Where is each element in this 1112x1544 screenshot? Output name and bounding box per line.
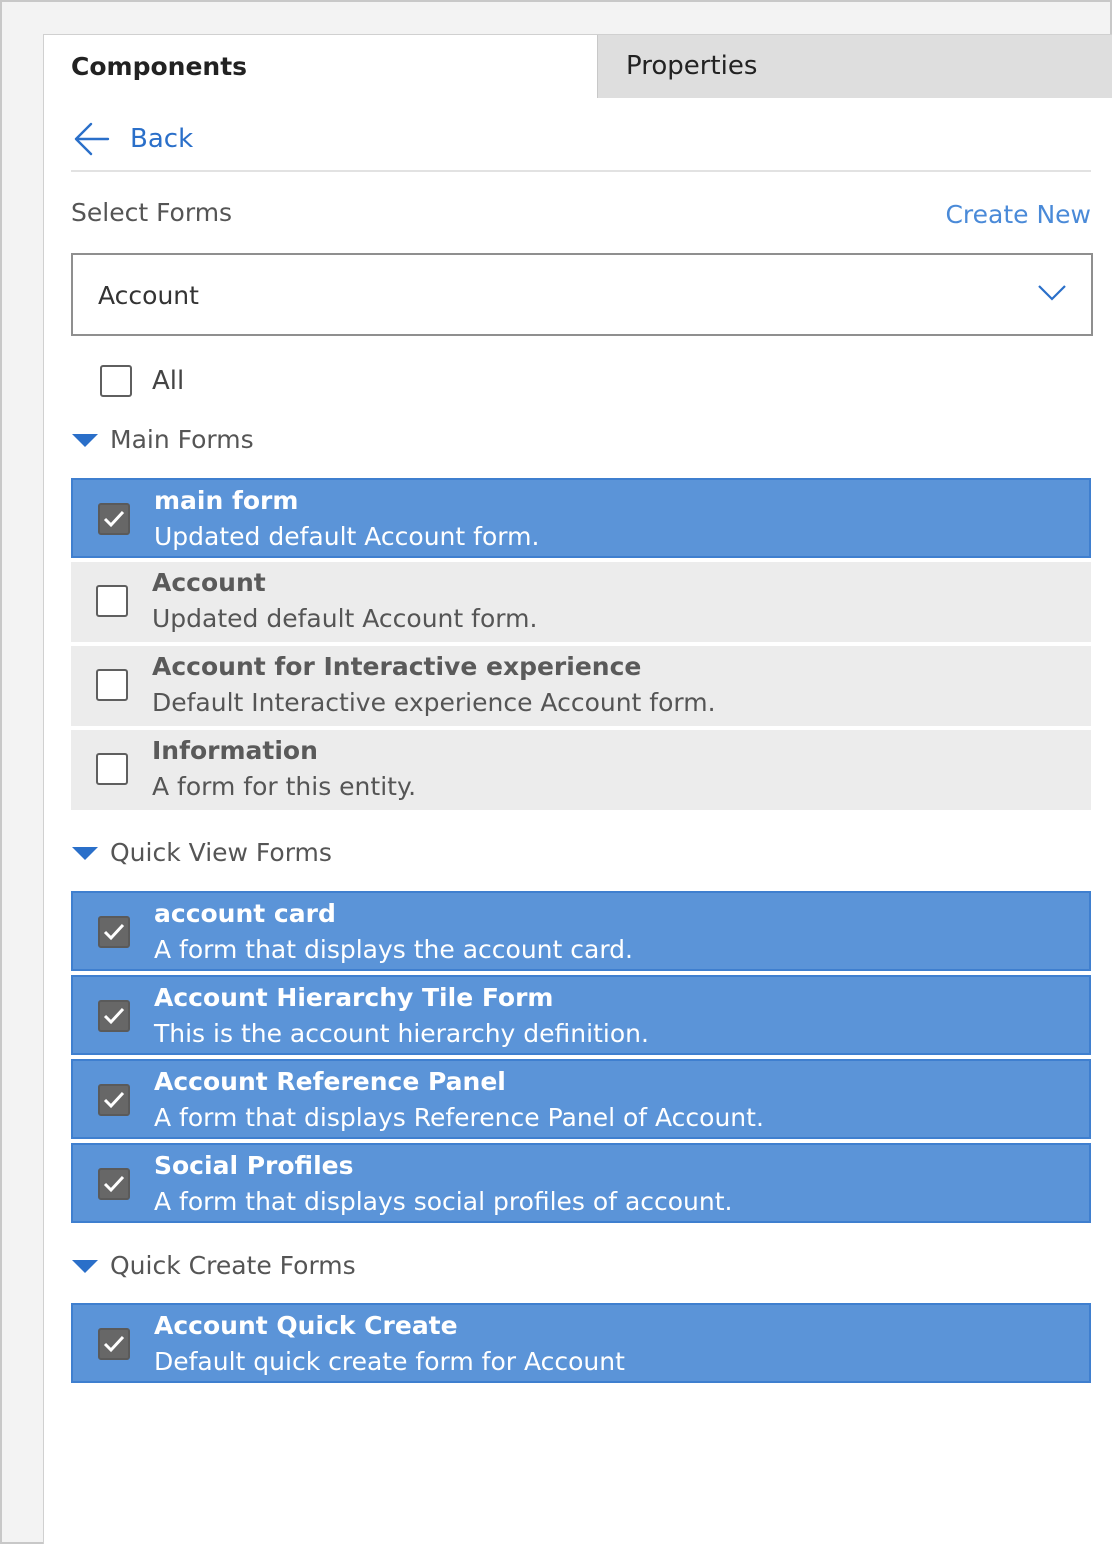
checked-checkbox[interactable]	[98, 503, 130, 535]
unchecked-checkbox[interactable]	[96, 585, 128, 617]
dropdown-value: Account	[98, 281, 199, 310]
section-header[interactable]: Quick Create Forms	[71, 1251, 356, 1280]
form-title: Information	[152, 736, 318, 765]
form-description: A form that displays Reference Panel of …	[154, 1103, 764, 1132]
checked-checkbox[interactable]	[98, 1328, 130, 1360]
checked-checkbox[interactable]	[98, 916, 130, 948]
section-title: Main Forms	[110, 425, 254, 454]
unchecked-checkbox[interactable]	[96, 753, 128, 785]
section-header[interactable]: Main Forms	[71, 425, 254, 454]
section-title: Quick Create Forms	[110, 1251, 356, 1280]
form-list-item[interactable]: account card A form that displays the acc…	[71, 891, 1091, 971]
form-title: Account	[152, 568, 266, 597]
checkmark-icon	[103, 1175, 125, 1193]
form-list-item[interactable]: Account for Interactive experience Defaul…	[71, 646, 1091, 726]
section-title: Quick View Forms	[110, 838, 332, 867]
all-label: All	[152, 366, 185, 396]
checkmark-icon	[103, 1335, 125, 1353]
checkmark-icon	[103, 1091, 125, 1109]
form-title: Account for Interactive experience	[152, 652, 642, 681]
form-description: Default Interactive experience Account f…	[152, 688, 716, 717]
caret-down-icon	[72, 846, 98, 860]
form-list-item[interactable]: Social Profiles A form that displays soci…	[71, 1143, 1091, 1223]
chevron-down-icon	[1038, 285, 1066, 301]
divider	[71, 170, 1091, 172]
form-list-item[interactable]: Account Updated default Account form.	[71, 562, 1091, 642]
form-description: A form for this entity.	[152, 772, 417, 801]
form-list-item[interactable]: Information A form for this entity.	[71, 730, 1091, 810]
form-description: Default quick create form for Account	[154, 1347, 625, 1376]
form-description: A form that displays the account card.	[154, 935, 633, 964]
back-label: Back	[130, 124, 194, 154]
checkmark-icon	[103, 510, 125, 528]
tab-bar: Components Properties	[44, 35, 1112, 98]
form-title: main form	[154, 486, 299, 515]
checked-checkbox[interactable]	[98, 1000, 130, 1032]
components-panel: Components Properties Back Select Forms …	[43, 34, 1112, 1544]
all-checkbox-box[interactable]	[100, 365, 132, 397]
section-header[interactable]: Quick View Forms	[71, 838, 332, 867]
form-list-item[interactable]: Account Hierarchy Tile Form This is the a…	[71, 975, 1091, 1055]
form-description: This is the account hierarchy definition…	[154, 1019, 649, 1048]
caret-down-icon	[72, 433, 98, 447]
form-description: Updated default Account form.	[152, 604, 538, 633]
back-button[interactable]: Back	[74, 119, 193, 159]
select-forms-label: Select Forms	[71, 198, 233, 227]
window-frame: Components Properties Back Select Forms …	[0, 0, 1112, 1544]
form-list-item[interactable]: Account Reference Panel A form that displ…	[71, 1059, 1091, 1139]
form-description: Updated default Account form.	[154, 522, 540, 551]
tab-components[interactable]: Components	[44, 35, 597, 98]
checked-checkbox[interactable]	[98, 1168, 130, 1200]
form-title: Social Profiles	[154, 1151, 354, 1180]
form-list-item[interactable]: main form Updated default Account form.	[71, 478, 1091, 558]
form-title: Account Quick Create	[154, 1311, 458, 1340]
checkmark-icon	[103, 1007, 125, 1025]
form-list-item[interactable]: Account Quick Create Default quick create…	[71, 1303, 1091, 1383]
tab-properties[interactable]: Properties	[597, 35, 1112, 98]
form-description: A form that displays social profiles of …	[154, 1187, 733, 1216]
caret-down-icon	[72, 1259, 98, 1273]
form-title: Account Hierarchy Tile Form	[154, 983, 554, 1012]
select-all-checkbox[interactable]: All	[100, 365, 184, 397]
checked-checkbox[interactable]	[98, 1084, 130, 1116]
form-entity-dropdown[interactable]: Account	[71, 253, 1093, 336]
unchecked-checkbox[interactable]	[96, 669, 128, 701]
back-arrow-icon	[74, 122, 110, 156]
checkmark-icon	[103, 923, 125, 941]
form-title: account card	[154, 899, 336, 928]
create-new-link[interactable]: Create New	[945, 200, 1091, 229]
form-title: Account Reference Panel	[154, 1067, 506, 1096]
